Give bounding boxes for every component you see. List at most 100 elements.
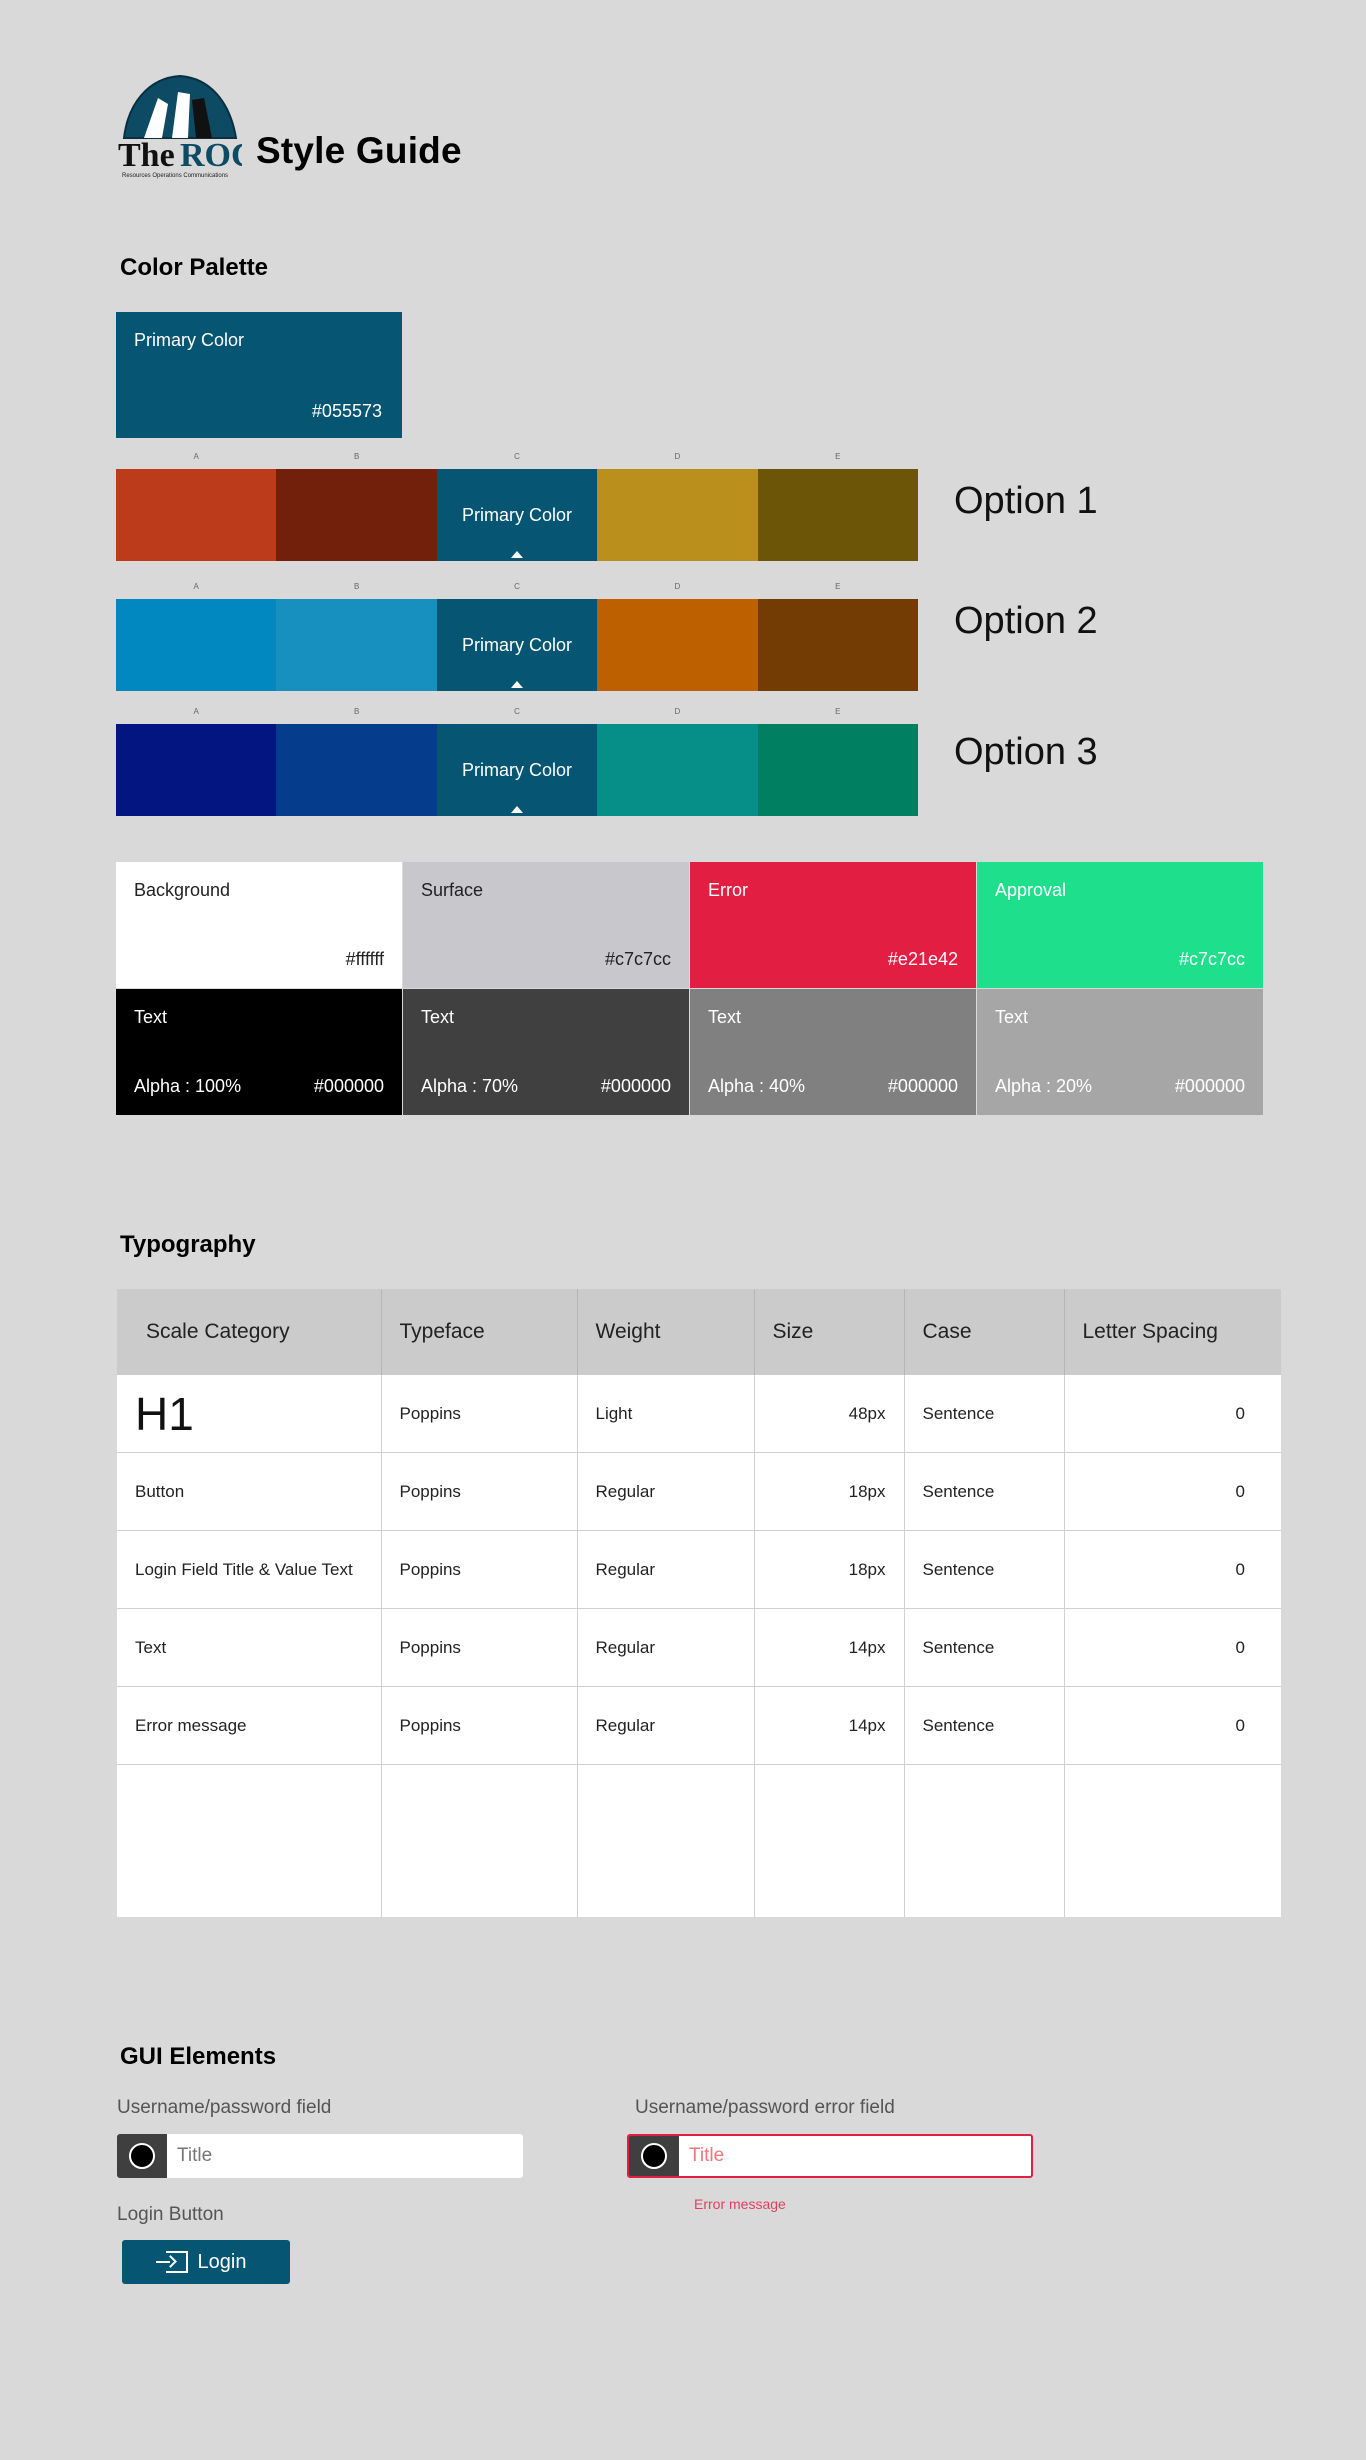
option-2-strip: Primary Color xyxy=(116,599,919,691)
login-icon xyxy=(155,2251,188,2273)
cell-case: Sentence xyxy=(904,1686,1065,1765)
username-error-field xyxy=(627,2134,1033,2178)
token-name: Error xyxy=(708,880,748,900)
letter-a: A xyxy=(193,452,199,461)
option-2-swatch-c: Primary Color xyxy=(436,599,598,691)
token-text-70: Text Alpha : 70% #000000 xyxy=(403,989,689,1115)
token-hex: #000000 xyxy=(313,1076,384,1096)
option-1-strip: Primary Color xyxy=(116,469,919,561)
option-1-primary-label: Primary Color xyxy=(462,504,573,525)
letter-d: D xyxy=(674,582,681,591)
col-scale-category: Scale Category xyxy=(117,1289,382,1375)
cell-typeface: Poppins xyxy=(381,1686,578,1765)
cell-size: 14px xyxy=(754,1608,905,1687)
username-field xyxy=(117,2134,523,2178)
cell-size: 14px xyxy=(754,1686,905,1765)
cell-weight: Regular xyxy=(577,1686,755,1765)
option-2-swatch-d xyxy=(597,599,758,691)
option-1-letters: A B C D E xyxy=(116,452,918,461)
option-1-swatch-a xyxy=(116,469,277,561)
token-error: Error #e21e42 xyxy=(690,862,976,988)
token-background: Background #ffffff xyxy=(116,862,402,988)
cell-weight: Regular xyxy=(577,1608,755,1687)
option-1-label: Option 1 xyxy=(954,480,1098,522)
typography-title: Typography xyxy=(120,1231,256,1258)
roc-logo: The ROC Resources Operations Communicati… xyxy=(118,74,256,180)
login-button-text: Login xyxy=(197,2250,247,2273)
primary-color-swatch: Primary Color #055573 xyxy=(116,312,402,438)
color-palette-title: Color Palette xyxy=(120,254,269,281)
token-alpha: Alpha : 20% xyxy=(995,1076,1093,1096)
letter-b: B xyxy=(353,452,360,461)
cell-letter-spacing: 0 xyxy=(1064,1686,1281,1765)
option-3-swatch-c: Primary Color xyxy=(436,724,598,816)
token-alpha: Alpha : 40% xyxy=(708,1076,806,1096)
letter-c: C xyxy=(514,452,520,461)
option-2-label: Option 2 xyxy=(954,600,1098,642)
option-3-strip: Primary Color xyxy=(116,724,919,816)
token-hex: #ffffff xyxy=(345,949,384,969)
letter-c: C xyxy=(514,582,520,591)
cell-typeface: Poppins xyxy=(381,1452,578,1531)
token-name: Text xyxy=(708,1007,742,1027)
cell-letter-spacing: 0 xyxy=(1064,1375,1281,1453)
token-alpha: Alpha : 100% xyxy=(134,1076,242,1096)
error-message: Error message xyxy=(694,2196,786,2212)
cell-letter-spacing: 0 xyxy=(1064,1452,1281,1531)
letter-e: E xyxy=(835,582,841,591)
token-hex: #000000 xyxy=(1174,1076,1245,1096)
error-field-label: Username/password error field xyxy=(635,2097,895,2118)
option-3-label: Option 3 xyxy=(954,731,1098,773)
col-case: Case xyxy=(904,1289,1065,1375)
logo-text-roc: ROC xyxy=(180,137,242,174)
cell-case: Sentence xyxy=(904,1452,1065,1531)
color-tokens-grid: Background #ffffff Surface #c7c7cc Error… xyxy=(116,862,1264,1115)
username-error-input[interactable] xyxy=(679,2136,1031,2176)
token-name: Surface xyxy=(421,880,484,900)
typography-table: Scale Category Typeface Weight Size Case… xyxy=(117,1289,1281,1917)
letter-c: C xyxy=(514,707,520,716)
option-3-primary-label: Primary Color xyxy=(462,759,573,780)
cell-typeface: Poppins xyxy=(381,1608,578,1687)
option-2-swatch-e xyxy=(757,599,919,691)
token-alpha: Alpha : 70% xyxy=(421,1076,519,1096)
option-3-letters: A B C D E xyxy=(116,707,918,716)
cell-scale: Text xyxy=(117,1608,382,1687)
option-2-letters: A B C D E xyxy=(116,582,918,591)
username-input[interactable] xyxy=(167,2134,523,2178)
letter-e: E xyxy=(835,707,841,716)
table-row: Text Poppins Regular 14px Sentence 0 xyxy=(117,1608,1281,1687)
cell-weight: Regular xyxy=(577,1530,755,1609)
cell-size: 18px xyxy=(754,1452,905,1531)
option-2-swatch-b xyxy=(276,599,437,691)
option-2-primary-label: Primary Color xyxy=(462,634,573,655)
option-2-swatch-a xyxy=(116,599,277,691)
letter-a: A xyxy=(193,707,199,716)
field-label: Username/password field xyxy=(117,2097,332,2118)
cell-letter-spacing: 0 xyxy=(1064,1608,1281,1687)
page-title: Style Guide xyxy=(256,130,462,171)
primary-color-hex: #055573 xyxy=(311,401,382,421)
letter-a: A xyxy=(193,582,199,591)
table-row: Button Poppins Regular 18px Sentence 0 xyxy=(117,1452,1281,1531)
option-3-swatch-b xyxy=(276,724,437,816)
cell-scale: H1 xyxy=(117,1375,382,1453)
token-name: Approval xyxy=(995,880,1067,900)
cell-size: 48px xyxy=(754,1375,905,1453)
letter-b: B xyxy=(353,707,360,716)
col-letter-spacing: Letter Spacing xyxy=(1064,1289,1281,1375)
cell-case: Sentence xyxy=(904,1608,1065,1687)
token-surface: Surface #c7c7cc xyxy=(403,862,689,988)
token-text-40: Text Alpha : 40% #000000 xyxy=(690,989,976,1115)
option-3-swatch-e xyxy=(757,724,919,816)
token-name: Text xyxy=(134,1007,168,1027)
login-button[interactable]: Login xyxy=(122,2240,290,2284)
token-hex: #c7c7cc xyxy=(604,949,671,969)
token-hex: #000000 xyxy=(887,1076,958,1096)
table-row: Error message Poppins Regular 14px Sente… xyxy=(117,1686,1281,1765)
token-name: Text xyxy=(421,1007,455,1027)
letter-d: D xyxy=(674,452,681,461)
option-1-swatch-b xyxy=(276,469,437,561)
cell-scale: Login Field Title & Value Text xyxy=(117,1530,382,1609)
logo-text-the: The xyxy=(118,137,175,174)
